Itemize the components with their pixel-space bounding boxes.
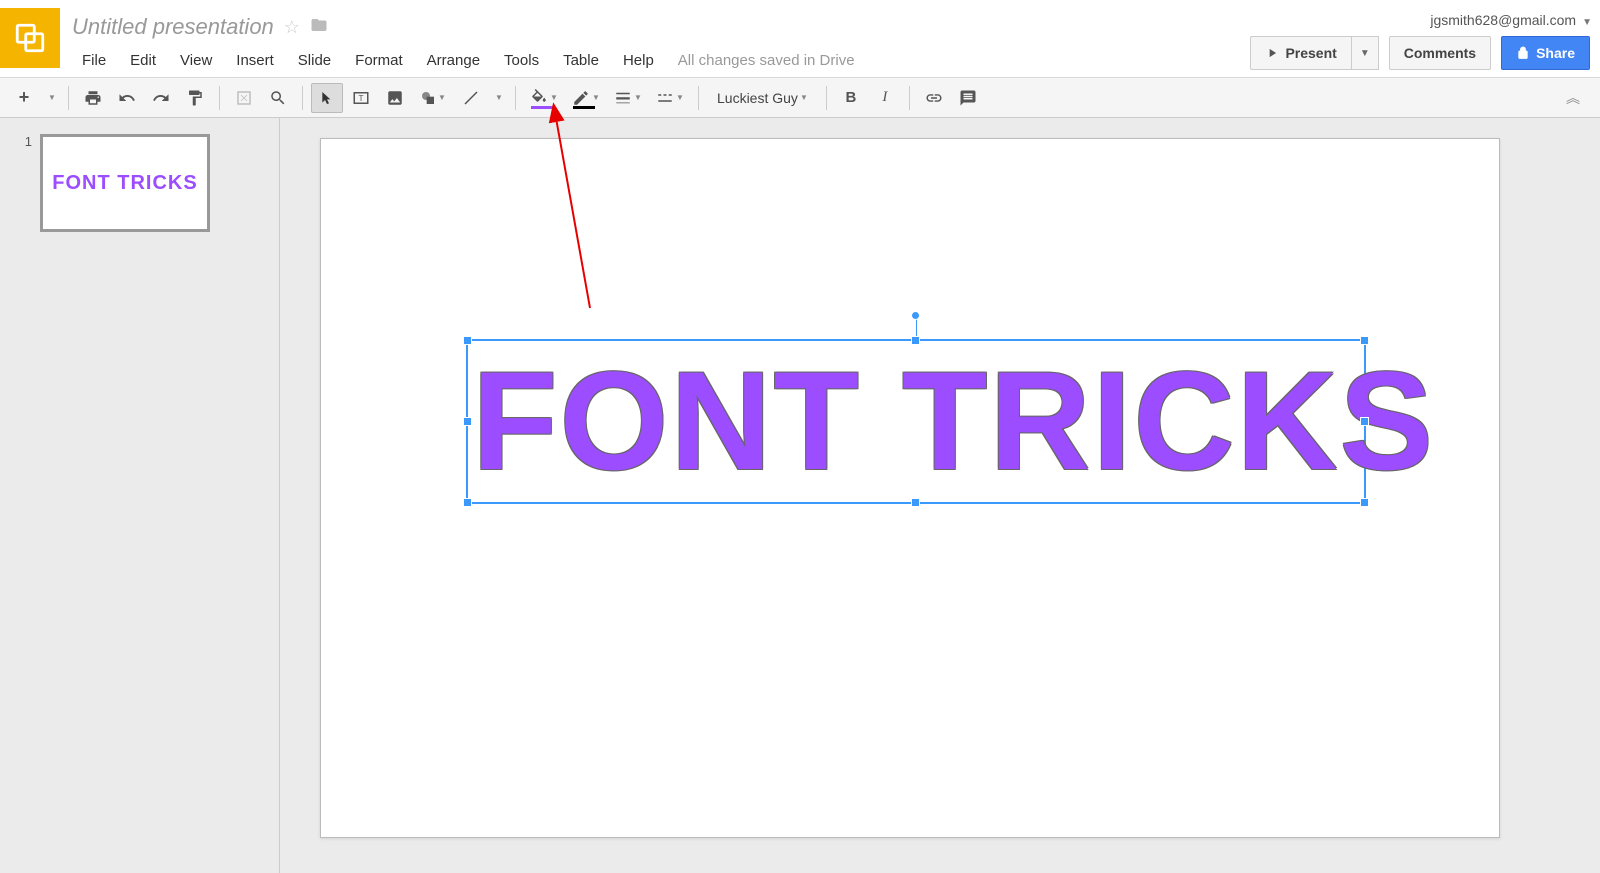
title-area: Untitled presentation ☆ File Edit View I… [72, 8, 1430, 73]
bold-button[interactable]: B [835, 83, 867, 113]
resize-handle-sw[interactable] [463, 498, 472, 507]
redo-icon[interactable] [145, 83, 177, 113]
print-icon[interactable] [77, 83, 109, 113]
selected-textbox[interactable]: FONT TRICKS [466, 339, 1366, 504]
menubar: File Edit View Insert Slide Format Arran… [72, 48, 1430, 73]
expand-toolbar-icon[interactable]: ︽ [1566, 88, 1592, 108]
fill-color-swatch [531, 106, 553, 109]
star-icon[interactable]: ☆ [284, 17, 300, 38]
line-tool-caret[interactable]: ▼ [489, 83, 507, 113]
new-slide-caret[interactable]: ▼ [42, 83, 60, 113]
slide-thumbnail[interactable]: 1 FONT TRICKS [20, 134, 259, 232]
resize-handle-w[interactable] [463, 417, 472, 426]
paint-format-icon[interactable] [179, 83, 211, 113]
link-button[interactable] [918, 83, 950, 113]
menu-view[interactable]: View [170, 48, 222, 73]
italic-button[interactable]: I [869, 83, 901, 113]
comment-button[interactable] [952, 83, 984, 113]
thumbnail-text: FONT TRICKS [52, 172, 197, 195]
textbox-content[interactable]: FONT TRICKS [468, 341, 1364, 501]
present-dropdown-caret[interactable]: ▼ [1351, 36, 1379, 70]
present-button[interactable]: Present [1250, 36, 1351, 70]
slide-canvas[interactable]: FONT TRICKS [320, 138, 1500, 838]
line-color-swatch [573, 106, 595, 109]
slide-panel: 1 FONT TRICKS [0, 118, 280, 873]
user-menu-caret-icon[interactable]: ▼ [1582, 17, 1592, 28]
menu-file[interactable]: File [72, 48, 116, 73]
fit-icon[interactable] [228, 83, 260, 113]
slide-number: 1 [20, 134, 32, 232]
share-label: Share [1536, 45, 1575, 61]
folder-icon[interactable] [310, 16, 328, 39]
font-selector[interactable]: Luckiest Guy ▼ [707, 83, 818, 113]
document-title[interactable]: Untitled presentation [72, 14, 274, 40]
menu-arrange[interactable]: Arrange [417, 48, 490, 73]
line-dash-button[interactable]: ▼ [650, 83, 690, 113]
slides-logo[interactable] [0, 8, 60, 68]
line-color-button[interactable]: ▼ [566, 83, 606, 113]
undo-icon[interactable] [111, 83, 143, 113]
workspace: 1 FONT TRICKS FONT TRICKS [0, 118, 1600, 873]
textbox-tool-icon[interactable]: T [345, 83, 377, 113]
resize-handle-ne[interactable] [1360, 336, 1369, 345]
menu-table[interactable]: Table [553, 48, 609, 73]
rotate-connector [916, 319, 917, 337]
user-email[interactable]: jgsmith628@gmail.com [1430, 12, 1580, 28]
menu-format[interactable]: Format [345, 48, 413, 73]
resize-handle-se[interactable] [1360, 498, 1369, 507]
shape-tool-icon[interactable]: ▼ [413, 83, 453, 113]
menu-tools[interactable]: Tools [494, 48, 549, 73]
line-weight-button[interactable]: ▼ [608, 83, 648, 113]
share-button[interactable]: Share [1501, 36, 1590, 70]
menu-slide[interactable]: Slide [288, 48, 341, 73]
present-label: Present [1285, 45, 1336, 61]
line-tool-icon[interactable] [455, 83, 487, 113]
rotate-handle[interactable] [911, 311, 920, 320]
resize-handle-s[interactable] [911, 498, 920, 507]
font-name-label: Luckiest Guy [717, 90, 798, 106]
canvas-area: FONT TRICKS [280, 118, 1600, 873]
zoom-icon[interactable] [262, 83, 294, 113]
menu-help[interactable]: Help [613, 48, 664, 73]
header-right: jgsmith628@gmail.com▼ [1430, 8, 1592, 36]
select-tool-icon[interactable] [311, 83, 343, 113]
menu-edit[interactable]: Edit [120, 48, 166, 73]
comments-button[interactable]: Comments [1389, 36, 1491, 70]
resize-handle-n[interactable] [911, 336, 920, 345]
resize-handle-e[interactable] [1360, 417, 1369, 426]
menu-insert[interactable]: Insert [226, 48, 284, 73]
image-tool-icon[interactable] [379, 83, 411, 113]
toolbar: + ▼ T ▼ ▼ ▼ ▼ ▼ ▼ Luckiest Guy ▼ B I ︽ [0, 78, 1600, 118]
fill-color-button[interactable]: ▼ [524, 83, 564, 113]
new-slide-button[interactable]: + [8, 83, 40, 113]
svg-text:T: T [358, 94, 363, 103]
save-status: All changes saved in Drive [668, 48, 865, 73]
resize-handle-nw[interactable] [463, 336, 472, 345]
